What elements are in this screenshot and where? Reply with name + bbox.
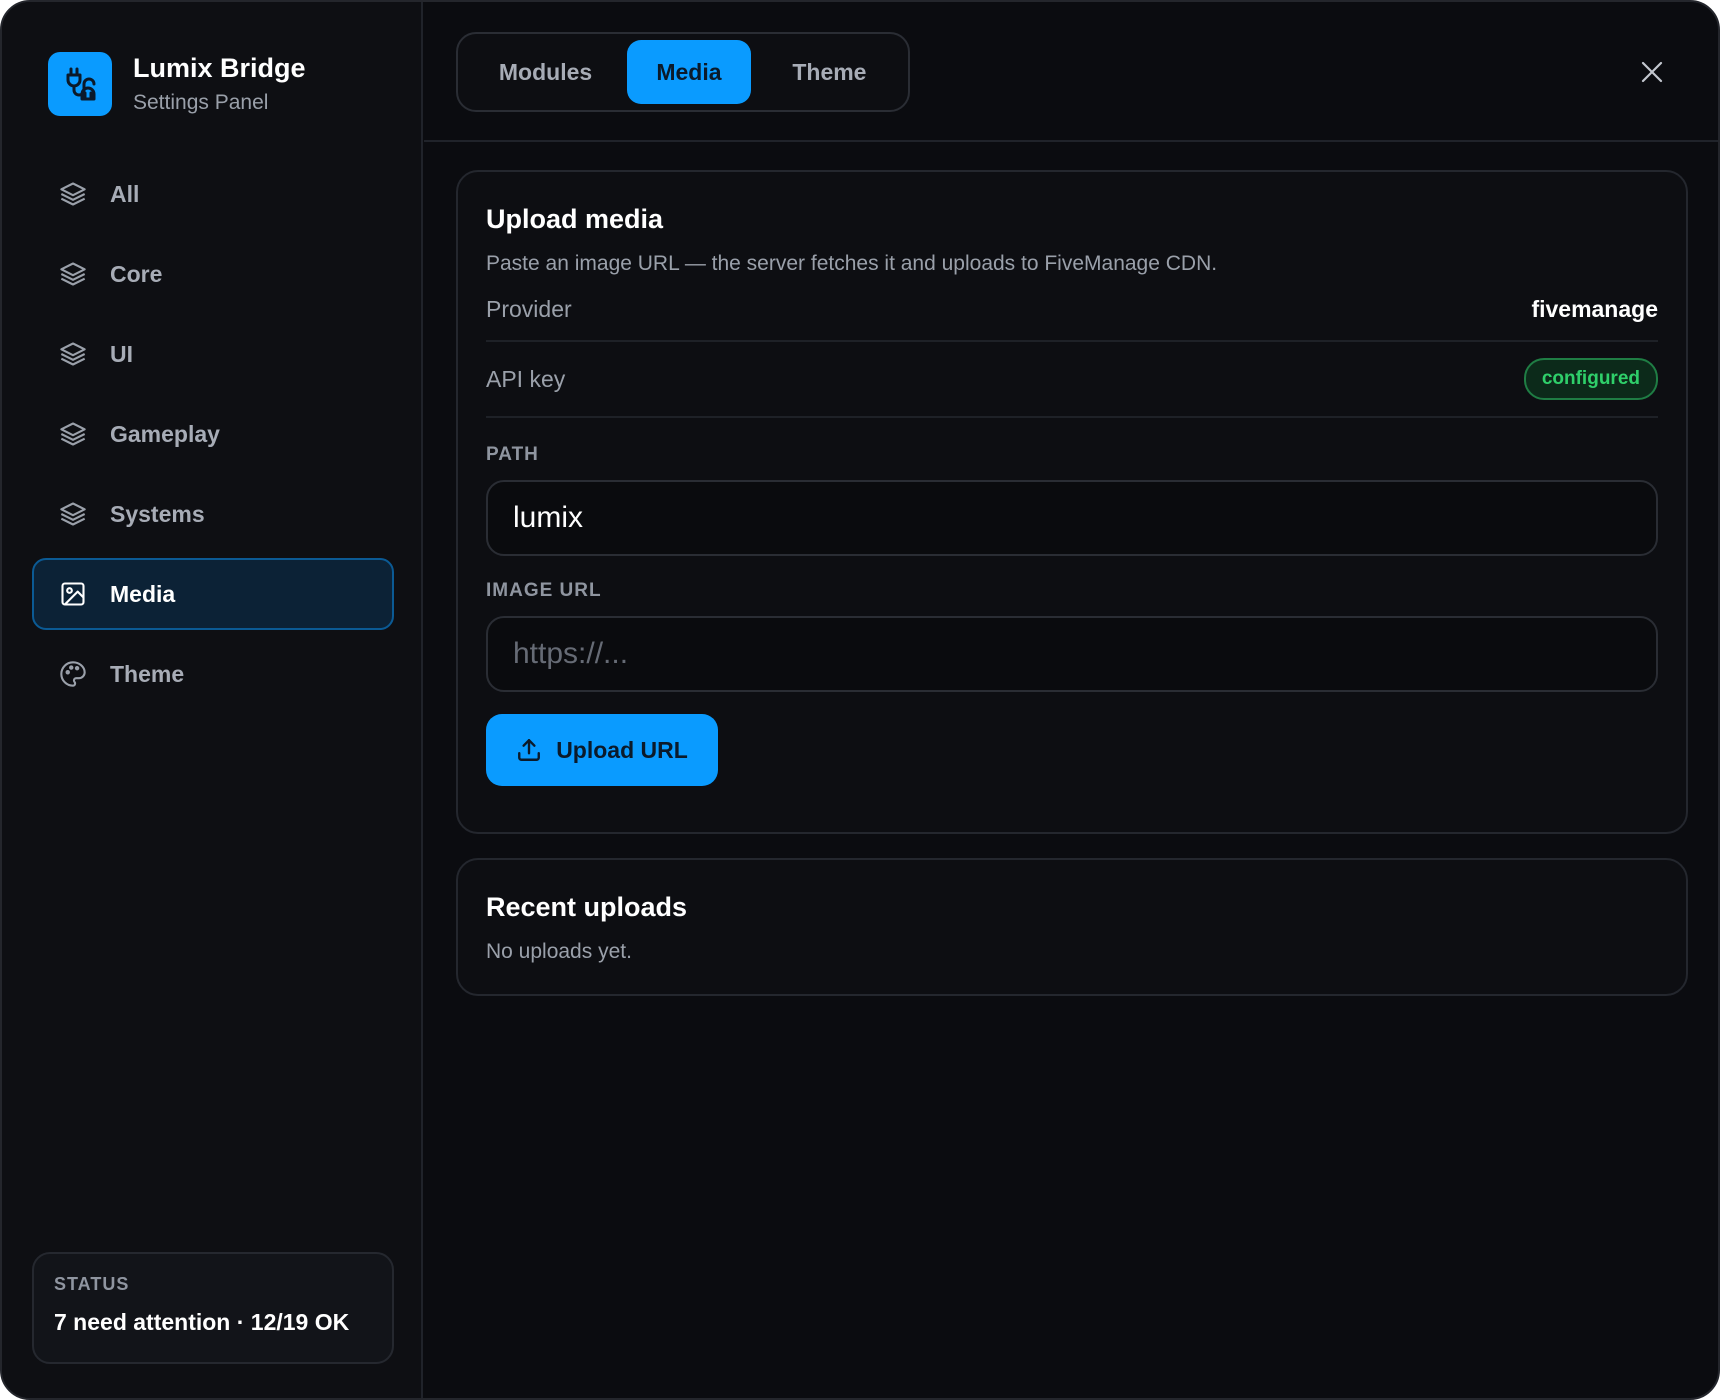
sidebar-item-label: Systems [110,500,205,527]
plug-icon [48,52,112,116]
tab-theme[interactable]: Theme [751,40,908,104]
image-icon [58,579,88,609]
palette-icon [58,659,88,689]
sidebar-item-systems[interactable]: Systems [32,478,394,550]
tab-modules[interactable]: Modules [464,40,627,104]
provider-row: Provider fivemanage [486,278,1658,342]
sidebar-item-label: Gameplay [110,420,220,447]
sidebar-item-label: Media [110,580,176,607]
sidebar-item-label: Theme [110,660,185,687]
provider-label: Provider [486,295,572,322]
status-badge: configured [1523,358,1658,400]
card-title: Upload media [486,204,664,234]
upload-button-label: Upload URL [556,736,688,763]
upload-url-button[interactable]: Upload URL [486,714,718,786]
sidebar-item-label: Core [110,260,163,287]
app-title: Lumix Bridge [133,53,306,83]
layers-icon [58,419,88,449]
image-url-label: IMAGE URL [486,580,602,601]
path-label: PATH [486,444,539,465]
status-label: STATUS [54,1274,130,1294]
card-title: Recent uploads [486,892,688,922]
app-subtitle: Settings Panel [133,91,269,114]
layers-icon [58,179,88,209]
layers-icon [58,259,88,289]
sidebar-item-media[interactable]: Media [32,558,394,630]
sidebar-item-label: All [110,180,140,207]
api-key-row: API key configured [486,342,1658,418]
upload-media-card: Upload media Paste an image URL — the se… [456,170,1688,834]
image-url-input[interactable]: https://... [486,616,1658,692]
recent-uploads-card: Recent uploads No uploads yet. [456,858,1688,996]
layers-icon [58,499,88,529]
status-panel: STATUS 7 need attention · 12/19 OK [32,1252,394,1364]
header-divider [424,140,1718,142]
settings-window: Lumix Bridge Settings Panel All Core UI … [0,0,1720,1400]
empty-state-text: No uploads yet. [486,940,632,963]
layers-icon [58,339,88,369]
sidebar-item-gameplay[interactable]: Gameplay [32,398,394,470]
sidebar-item-ui[interactable]: UI [32,318,394,390]
sidebar: Lumix Bridge Settings Panel All Core UI … [2,2,423,1398]
sidebar-item-label: UI [110,340,133,367]
provider-value: fivemanage [1531,295,1658,322]
close-icon [1641,61,1663,83]
path-input[interactable]: lumix [486,480,1658,556]
upload-icon [516,737,542,763]
tab-bar: Modules Media Theme [456,32,910,112]
tab-media[interactable]: Media [627,40,751,104]
sidebar-item-core[interactable]: Core [32,238,394,310]
status-text: 7 need attention · 12/19 OK [54,1309,350,1335]
card-description: Paste an image URL — the server fetches … [486,252,1218,275]
sidebar-item-theme[interactable]: Theme [32,638,394,710]
brand: Lumix Bridge Settings Panel [48,52,306,116]
sidebar-item-all[interactable]: All [32,158,394,230]
api-key-label: API key [486,365,566,392]
sidebar-nav: All Core UI Gameplay Systems Media Theme [32,158,394,718]
close-button[interactable] [1632,52,1672,92]
